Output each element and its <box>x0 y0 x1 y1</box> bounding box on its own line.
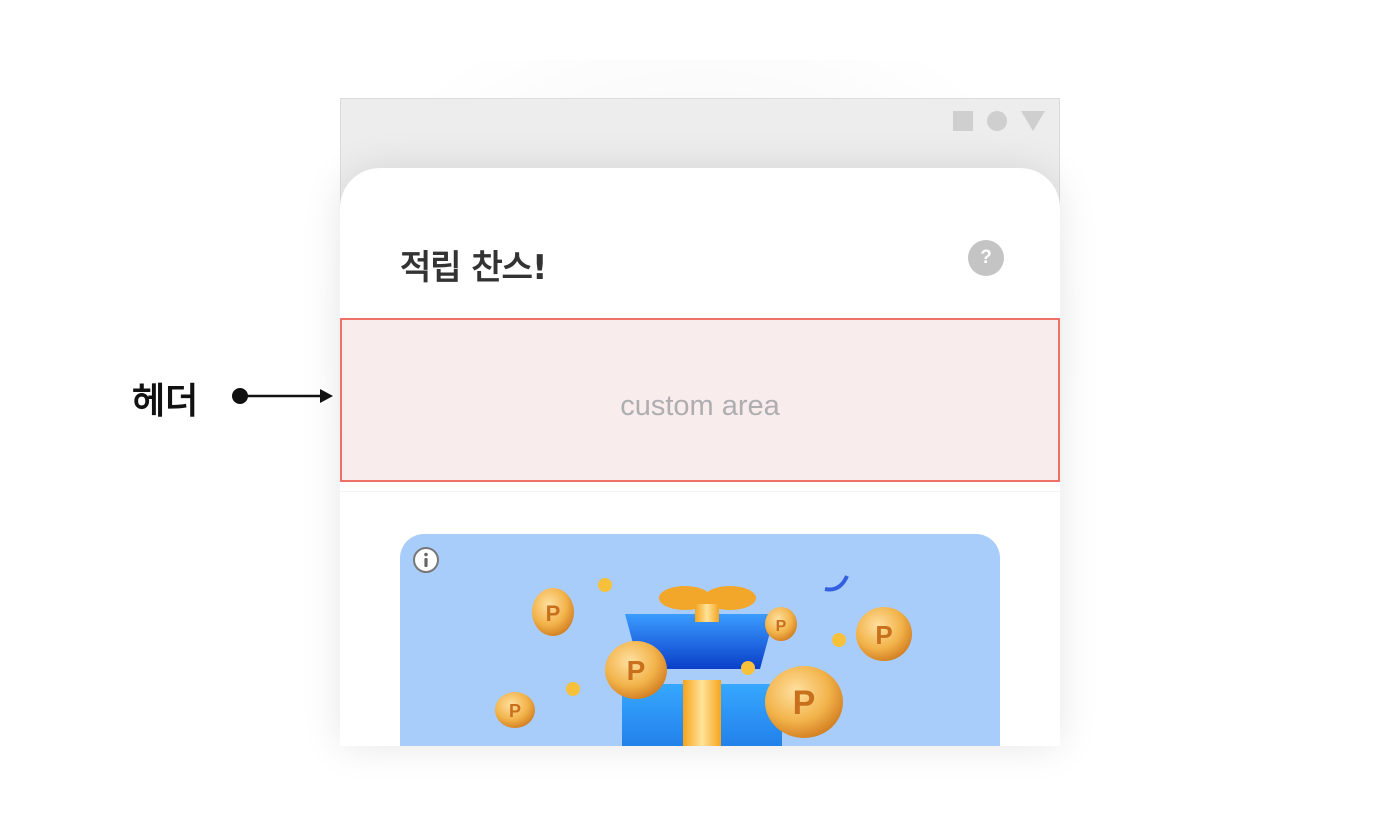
custom-area: custom area <box>340 318 1060 482</box>
custom-area-label: custom area <box>620 389 780 422</box>
svg-text:P: P <box>776 618 787 635</box>
bottom-sheet: 적립 찬스! ? custom area P P P P P P <box>340 168 1060 746</box>
status-icons <box>953 111 1045 131</box>
annotation-arrow <box>232 388 333 404</box>
annotation-label: 헤더 <box>132 381 199 422</box>
coin: P <box>532 588 574 636</box>
sheet-title: 적립 찬스! <box>400 248 547 288</box>
divider <box>340 491 1060 492</box>
circle-icon <box>987 111 1007 131</box>
triangle-icon <box>1021 111 1045 131</box>
help-button[interactable]: ? <box>968 240 1004 276</box>
square-icon <box>953 111 973 131</box>
gift-coins-illustration: P P P P P P <box>495 575 912 746</box>
info-icon[interactable] <box>412 546 440 574</box>
svg-text:P: P <box>875 620 892 650</box>
promo-banner[interactable]: P P P P P P <box>400 534 1000 746</box>
svg-text:P: P <box>509 701 521 721</box>
svg-text:P: P <box>793 684 816 722</box>
svg-text:P: P <box>546 601 561 626</box>
svg-text:P: P <box>627 655 646 686</box>
